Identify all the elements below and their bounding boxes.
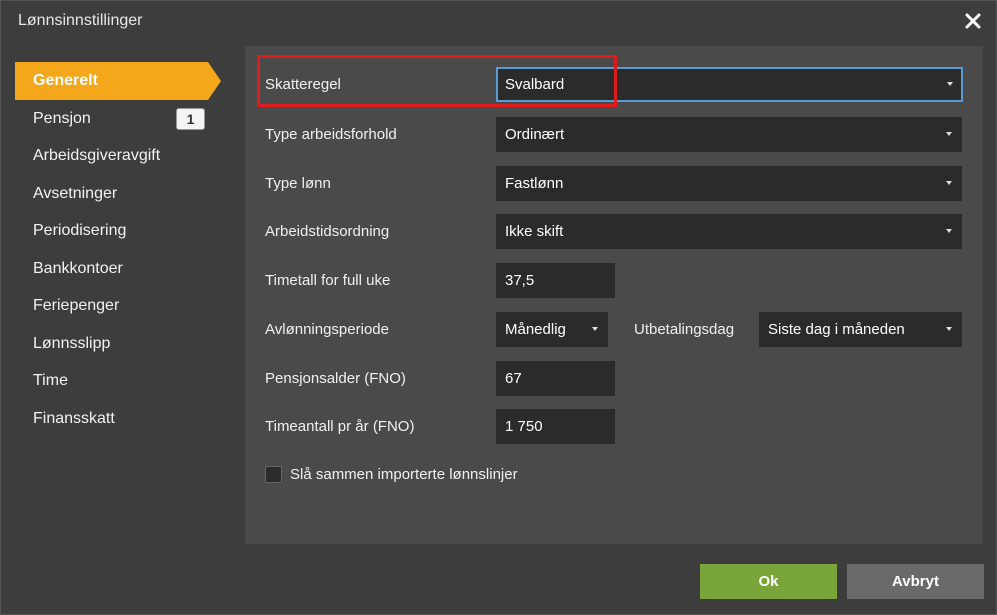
type-arbeidsforhold-label: Type arbeidsforhold <box>265 126 397 143</box>
arbeidstidsordning-select[interactable]: Ikke skift <box>496 214 962 249</box>
sidebar-item-label: Lønnsslipp <box>33 334 111 352</box>
sidebar-item-label: Finansskatt <box>33 409 115 427</box>
timeantall-pr-ar-input[interactable]: 1 750 <box>496 409 615 444</box>
sidebar-item-lonnsslipp[interactable]: Lønnsslipp <box>15 325 225 363</box>
sidebar-item-label: Arbeidsgiveravgift <box>33 147 161 164</box>
sidebar-item-periodisering[interactable]: Periodisering <box>15 212 225 250</box>
sidebar-item-label: Periodisering <box>33 222 127 239</box>
settings-panel: Skatteregel Svalbard Type arbeidsforhold… <box>245 46 983 544</box>
avlonningsperiode-label: Avlønningsperiode <box>265 321 389 338</box>
utbetalingsdag-label: Utbetalingsdag <box>634 321 735 338</box>
chevron-down-icon <box>946 327 952 331</box>
timetall-full-uke-label: Timetall for full uke <box>265 272 391 289</box>
row-timetall-full-uke: Timetall for full uke 37,5 <box>245 263 983 299</box>
sidebar: Generelt Pensjon 1 Arbeidsgiveravgift Av… <box>15 62 225 437</box>
sidebar-item-feriepenger[interactable]: Feriepenger <box>15 287 225 325</box>
row-pensjonsalder: Pensjonsalder (FNO) 67 <box>245 361 983 397</box>
sidebar-item-arbeidsgiveravgift[interactable]: Arbeidsgiveravgift <box>15 137 225 175</box>
chevron-down-icon <box>946 229 952 233</box>
dialog-title: Lønnsinnstillinger <box>18 12 143 29</box>
pensjonsalder-value: 67 <box>505 370 522 387</box>
utbetalingsdag-select[interactable]: Siste dag i måneden <box>759 312 962 347</box>
chevron-down-icon <box>947 82 953 86</box>
row-arbeidstidsordning: Arbeidstidsordning Ikke skift <box>245 214 983 250</box>
row-type-lonn: Type lønn Fastlønn <box>245 166 983 202</box>
row-timeantall-pr-ar: Timeantall pr år (FNO) 1 750 <box>245 409 983 445</box>
row-type-arbeidsforhold: Type arbeidsforhold Ordinært <box>245 117 983 153</box>
sidebar-item-generelt[interactable]: Generelt <box>15 62 221 100</box>
type-lonn-select[interactable]: Fastlønn <box>496 166 962 201</box>
sidebar-item-label: Bankkontoer <box>33 259 123 277</box>
type-lonn-label: Type lønn <box>265 175 331 192</box>
sidebar-item-avsetninger[interactable]: Avsetninger <box>15 175 225 213</box>
sidebar-item-label: Generelt <box>33 72 98 89</box>
sidebar-item-pensjon[interactable]: Pensjon 1 <box>15 100 225 138</box>
skatteregel-value: Svalbard <box>505 76 565 93</box>
cancel-button[interactable]: Avbryt <box>847 564 984 599</box>
row-skatteregel: Skatteregel Svalbard <box>245 67 983 103</box>
type-arbeidsforhold-select[interactable]: Ordinært <box>496 117 962 152</box>
timeantall-pr-ar-value: 1 750 <box>505 418 543 435</box>
sidebar-item-bankkontoer[interactable]: Bankkontoer <box>15 250 225 288</box>
sidebar-item-finansskatt[interactable]: Finansskatt <box>15 400 225 438</box>
avlonningsperiode-select[interactable]: Månedlig <box>496 312 608 347</box>
sidebar-item-label: Feriepenger <box>33 297 120 314</box>
title-bar: Lønnsinnstillinger <box>1 1 996 45</box>
chevron-down-icon <box>946 132 952 136</box>
chevron-down-icon <box>592 327 598 331</box>
arbeidstidsordning-value: Ikke skift <box>505 223 564 240</box>
close-icon[interactable] <box>964 12 982 30</box>
type-arbeidsforhold-value: Ordinært <box>505 126 565 143</box>
sla-sammen-checkbox[interactable] <box>265 466 282 483</box>
utbetalingsdag-value: Siste dag i måneden <box>768 321 905 338</box>
timetall-full-uke-input[interactable]: 37,5 <box>496 263 615 298</box>
pensjonsalder-input[interactable]: 67 <box>496 361 615 396</box>
row-avlonningsperiode: Avlønningsperiode Månedlig Utbetalingsda… <box>245 312 983 348</box>
sla-sammen-label: Slå sammen importerte lønnslinjer <box>290 466 518 483</box>
ok-button[interactable]: Ok <box>700 564 837 599</box>
type-lonn-value: Fastlønn <box>505 175 564 192</box>
timeantall-pr-ar-label: Timeantall pr år (FNO) <box>265 418 415 435</box>
avlonningsperiode-value: Månedlig <box>505 321 566 338</box>
timetall-full-uke-value: 37,5 <box>505 272 535 289</box>
sidebar-item-label: Time <box>33 372 68 389</box>
arbeidstidsordning-label: Arbeidstidsordning <box>265 223 390 240</box>
sidebar-item-label: Pensjon <box>33 109 91 127</box>
skatteregel-label: Skatteregel <box>265 76 341 93</box>
sidebar-item-time[interactable]: Time <box>15 362 225 400</box>
sidebar-item-label: Avsetninger <box>33 184 118 202</box>
count-badge: 1 <box>176 107 205 130</box>
settings-dialog: Lønnsinnstillinger Generelt Pensjon 1 Ar… <box>0 0 997 615</box>
skatteregel-select[interactable]: Svalbard <box>496 67 963 102</box>
pensjonsalder-label: Pensjonsalder (FNO) <box>265 370 406 387</box>
chevron-down-icon <box>946 181 952 185</box>
